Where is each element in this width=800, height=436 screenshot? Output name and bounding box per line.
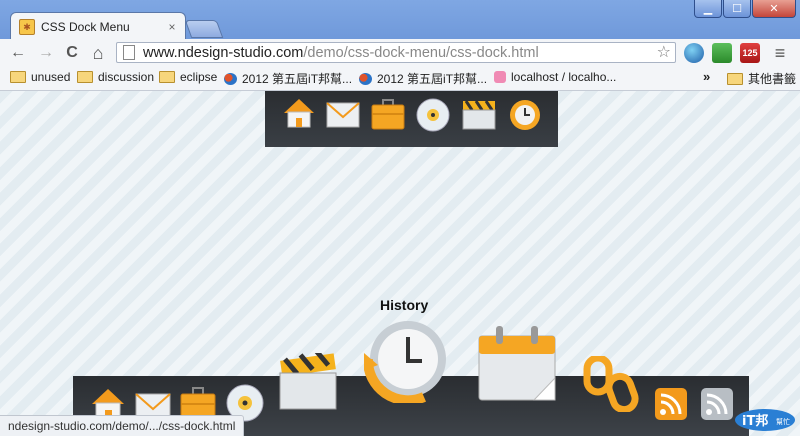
back-button[interactable]: ← <box>8 43 28 63</box>
bookmark-unused[interactable]: unused <box>10 70 70 84</box>
bookmark-ithelp-2[interactable]: 2012 第五屆iT邦幫... <box>359 70 487 87</box>
close-window-button[interactable]: ✕ <box>752 0 796 18</box>
page-content: History ndesign-studio.com/demo/.../css-… <box>0 91 800 436</box>
menu-icon[interactable]: ≡ <box>770 43 790 63</box>
dock-video-icon[interactable] <box>278 349 338 416</box>
bookmark-eclipse[interactable]: eclipse <box>159 70 217 84</box>
top-dock-home-icon[interactable] <box>282 97 316 138</box>
page-icon <box>123 45 135 60</box>
bookmarks-overflow-button[interactable]: » <box>703 69 710 84</box>
browser-chrome: ▁ ☐ ✕ ✱ CSS Dock Menu × ← → C ⌂ www.ndes… <box>0 0 800 91</box>
tab-close-icon[interactable]: × <box>165 20 179 34</box>
dock-calendar-icon[interactable] <box>478 326 556 407</box>
forward-button[interactable]: → <box>36 43 56 63</box>
ithelp-watermark-logo: iT邦 幫忙 <box>734 408 796 432</box>
bookmark-star-icon[interactable]: ☆ <box>657 43 671 63</box>
ithelp-icon <box>224 72 237 85</box>
bookmark-other[interactable]: 其他書籤 <box>727 70 796 87</box>
dock-links-icon[interactable] <box>583 354 639 417</box>
toolbar: ← → C ⌂ www.ndesign-studio.com/demo/css-… <box>0 39 800 67</box>
folder-icon <box>159 71 175 83</box>
reload-button[interactable]: C <box>62 43 82 63</box>
dock-hover-label: History <box>380 297 429 313</box>
bookmark-ithelp-1[interactable]: 2012 第五屆iT邦幫... <box>224 70 352 87</box>
svg-text:iT邦: iT邦 <box>742 413 768 429</box>
window-controls: ▁ ☐ ✕ <box>693 0 796 18</box>
folder-icon <box>10 71 26 83</box>
top-dock-history-icon[interactable] <box>508 98 542 137</box>
address-bar[interactable]: www.ndesign-studio.com/demo/css-dock-men… <box>116 42 676 63</box>
minimize-button[interactable]: ▁ <box>694 0 722 18</box>
top-dock-music-icon[interactable] <box>416 98 450 137</box>
folder-icon <box>727 72 743 85</box>
top-dock-portfolio-icon[interactable] <box>371 99 405 136</box>
home-button[interactable]: ⌂ <box>88 43 108 63</box>
url-host: www.ndesign-studio.com <box>143 44 304 61</box>
phpmyadmin-icon <box>494 71 506 83</box>
dock-rss-icon[interactable] <box>654 387 688 426</box>
top-dock-video-icon[interactable] <box>462 99 496 136</box>
globe-extension-icon[interactable] <box>684 43 704 63</box>
top-dock-email-icon[interactable] <box>326 101 360 134</box>
ithelp-icon <box>359 72 372 85</box>
url-path: /demo/css-dock-menu/css-dock.html <box>303 44 539 61</box>
bookmark-localhost[interactable]: localhost / localho... <box>494 70 616 84</box>
evernote-extension-icon[interactable] <box>712 43 732 63</box>
browser-tab[interactable]: ✱ CSS Dock Menu × <box>10 12 186 41</box>
favicon-icon: ✱ <box>19 19 35 35</box>
new-tab-button[interactable] <box>184 20 224 38</box>
svg-text:幫忙: 幫忙 <box>776 417 790 426</box>
dock-rss2-icon[interactable] <box>700 387 734 426</box>
bookmark-discussion[interactable]: discussion <box>77 70 154 84</box>
tab-title: CSS Dock Menu <box>41 20 130 34</box>
dock-history-icon[interactable] <box>362 319 448 408</box>
bookmarks-bar: unused discussion eclipse 2012 第五屆iT邦幫..… <box>0 67 800 91</box>
folder-icon <box>77 71 93 83</box>
status-bar-url: ndesign-studio.com/demo/.../css-dock.htm… <box>0 415 245 436</box>
maximize-button[interactable]: ☐ <box>723 0 751 18</box>
calendar-extension-icon[interactable]: 125 <box>740 43 760 63</box>
